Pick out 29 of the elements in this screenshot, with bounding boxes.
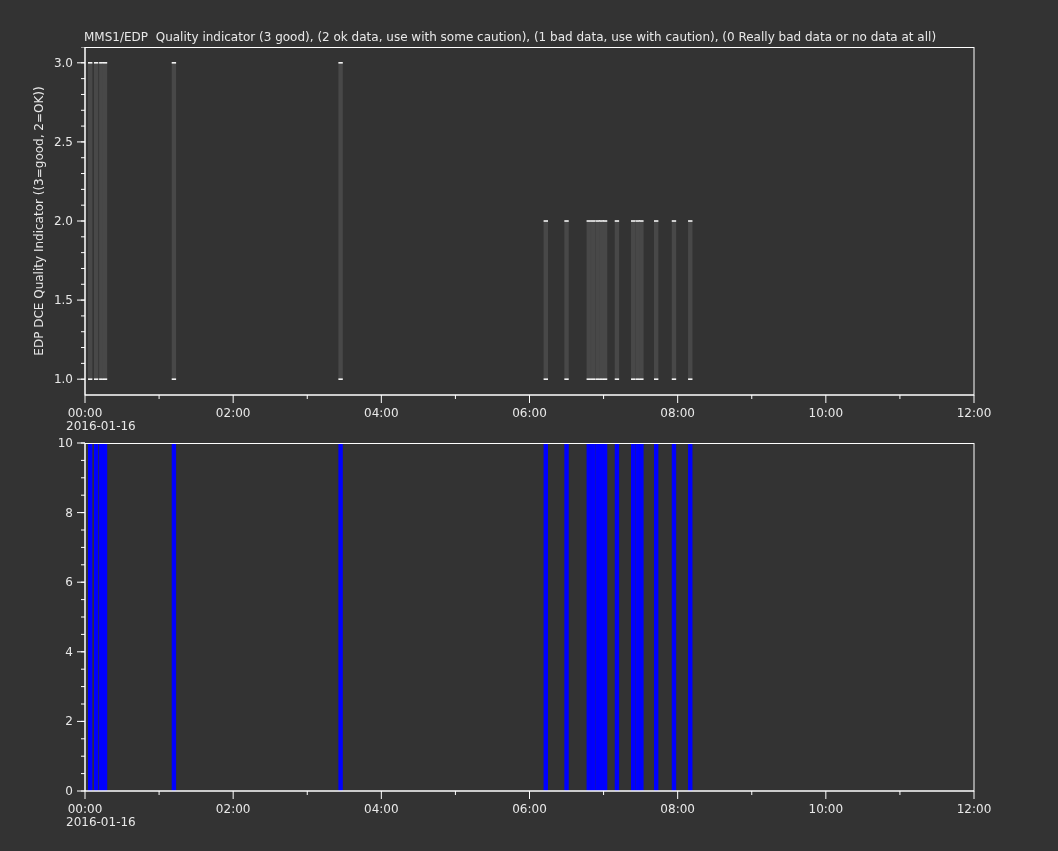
tick-label: 1.5 bbox=[53, 293, 73, 308]
tick-label: 3.0 bbox=[53, 55, 73, 70]
tick-label: 2.5 bbox=[53, 134, 73, 149]
tick-label: 2 bbox=[65, 714, 73, 729]
tick-label: 06:00 bbox=[512, 406, 547, 420]
tick-label: 1.0 bbox=[53, 372, 73, 387]
date-label: 2016-01-16 bbox=[66, 419, 136, 433]
tick-label: 12:00 bbox=[956, 802, 992, 816]
date-label: 2016-01-16 bbox=[66, 815, 136, 829]
tick-label: 04:00 bbox=[364, 802, 399, 816]
tick-label: 0 bbox=[65, 784, 73, 798]
tick-label: 02:00 bbox=[215, 802, 251, 816]
tick-label: 08:00 bbox=[660, 802, 695, 816]
plot-title: MMS1/EDP Quality indicator (3 good), (2 ok data, use with some caution), (1 bad data, use with caution), (0 Really bad data or no data at all) bbox=[84, 30, 937, 44]
tick-label: 02:00 bbox=[215, 406, 251, 420]
tick-label: 10:00 bbox=[808, 406, 844, 420]
tick-label: 12:00 bbox=[956, 406, 992, 420]
tick-label: 00:00 bbox=[67, 406, 103, 420]
tick-label: 8 bbox=[65, 505, 73, 520]
tick-label: 10:00 bbox=[808, 802, 844, 816]
tick-label: 2.0 bbox=[53, 214, 73, 228]
y-axis-label: EDP DCE Quality Indicator ((3=good, 2=OK)) bbox=[32, 86, 46, 356]
tick-label: 4 bbox=[65, 644, 73, 659]
tick-label: 10 bbox=[57, 436, 73, 450]
tick-label: 06:00 bbox=[512, 802, 547, 816]
tick-label: 00:00 bbox=[67, 802, 103, 816]
tick-label: 04:00 bbox=[364, 406, 399, 420]
tick-label: 08:00 bbox=[660, 406, 695, 420]
tick-label: 6 bbox=[65, 575, 73, 590]
